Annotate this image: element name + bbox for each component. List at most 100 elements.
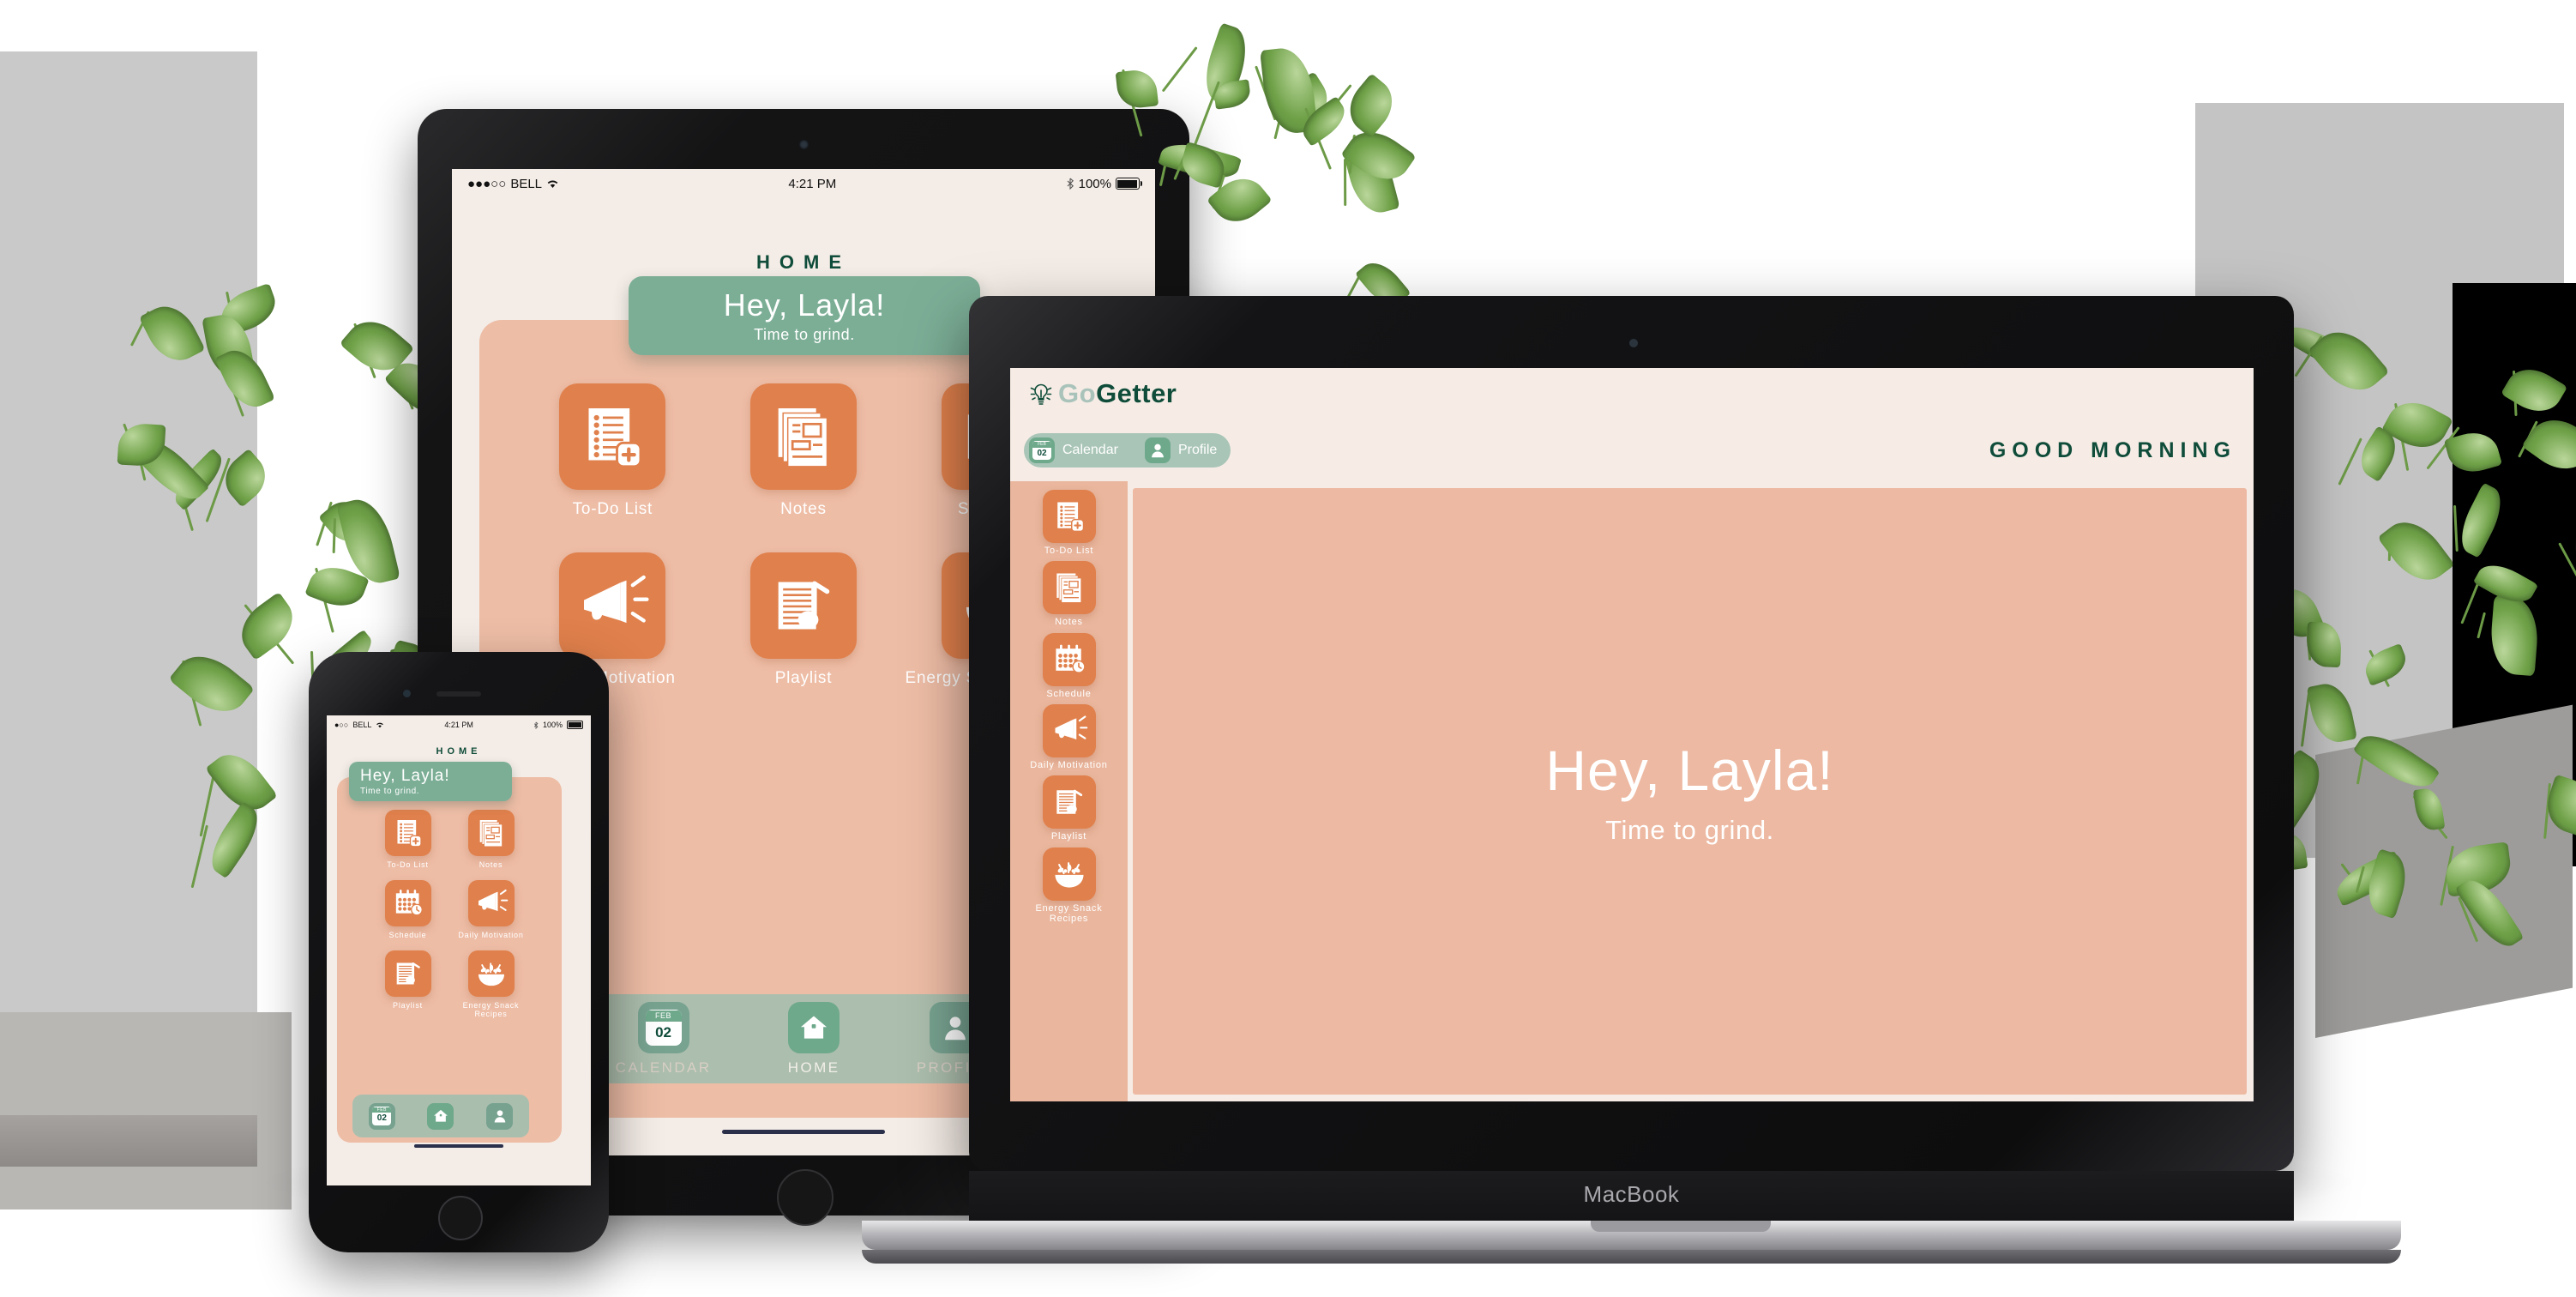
plant-leaf xyxy=(304,559,370,614)
app-grid-item[interactable]: Notes xyxy=(449,810,533,869)
sidebar-item-label: Schedule xyxy=(1046,688,1092,699)
app-tile[interactable] xyxy=(1042,561,1096,615)
app-grid-item[interactable]: Playlist xyxy=(366,950,449,1018)
calendar-day-label: 02 xyxy=(655,1023,672,1041)
plant-stem xyxy=(1303,107,1332,171)
app-grid-item[interactable]: Notes xyxy=(708,383,900,518)
app-tile[interactable] xyxy=(749,552,857,660)
app-tile[interactable] xyxy=(559,383,666,490)
greeting-subtitle: Time to grind. xyxy=(754,326,855,343)
macbook-nav-row: FEB 02 Calendar Profile GOOD MORNING xyxy=(1010,419,2254,481)
tab-home[interactable] xyxy=(427,1102,454,1130)
sidebar-item-schedule[interactable]: Schedule xyxy=(1019,630,1120,699)
tab-calendar[interactable]: FEB 02 CALENDAR xyxy=(616,1001,712,1077)
battery-full-icon xyxy=(1115,178,1142,190)
macbook-greeting-banner: GOOD MORNING xyxy=(1989,437,2236,462)
documents-icon xyxy=(1056,573,1081,604)
iphone-app-panel: To-Do List Notes Schedule Daily Motivati… xyxy=(337,777,562,1143)
plant-leaf xyxy=(1196,23,1255,107)
sidebar-item-label: Energy Snack Recipes xyxy=(1035,902,1103,924)
sidebar-item-energy-snack-recipes[interactable]: Energy Snack Recipes xyxy=(1019,844,1120,925)
music-sheet-icon xyxy=(396,962,420,985)
app-grid-item[interactable]: To-Do List xyxy=(517,383,708,518)
macbook-front-camera-icon xyxy=(1629,339,1638,347)
app-grid-item[interactable]: Schedule xyxy=(366,880,449,939)
nav-item-profile[interactable]: Profile xyxy=(1144,437,1218,463)
calendar-clock-icon xyxy=(395,890,423,916)
plant-leaf xyxy=(1206,167,1273,232)
app-tile[interactable] xyxy=(1042,490,1096,543)
app-tile[interactable] xyxy=(559,552,666,660)
app-tile[interactable] xyxy=(384,880,431,927)
calendar-icon: FEB 02 xyxy=(372,1107,392,1125)
plant-leaf xyxy=(1342,141,1400,219)
plant-stem xyxy=(316,501,334,546)
iphone-status-bar: ●○○ BELL 4:21 PM 100% xyxy=(327,715,591,734)
app-tile[interactable] xyxy=(467,950,515,998)
app-grid-item[interactable]: Playlist xyxy=(708,552,900,687)
ipad-tab-bar[interactable]: FEB 02 CALENDAR HOME PROFILE xyxy=(577,994,1032,1083)
app-logo[interactable]: GoGetter xyxy=(1024,377,1177,411)
plant-leaf xyxy=(1260,45,1319,136)
plant-leaf xyxy=(1275,71,1337,131)
clock-label: 4:21 PM xyxy=(788,176,837,191)
app-tile[interactable] xyxy=(1042,632,1096,686)
greeting-subtitle: Time to grind. xyxy=(1605,814,1774,845)
carrier-label: BELL xyxy=(510,176,543,191)
nav-label-calendar: Calendar xyxy=(1062,443,1118,457)
macbook-sidebar: To-Do List Notes Schedule Daily Motivati… xyxy=(1010,481,1128,1101)
plant-leaf xyxy=(1212,79,1252,111)
plant-leaf xyxy=(1340,120,1417,192)
plant-leaf xyxy=(1338,73,1403,139)
plant-stem xyxy=(1161,46,1198,93)
ipad-home-button[interactable] xyxy=(777,1169,834,1226)
tab-calendar[interactable]: FEB 02 xyxy=(368,1102,395,1130)
iphone-tab-bar[interactable]: FEB 02 xyxy=(352,1095,529,1137)
documents-icon xyxy=(778,408,828,468)
user-icon xyxy=(494,1110,505,1123)
app-tile[interactable] xyxy=(467,810,515,856)
plant-leaf xyxy=(318,492,378,552)
music-sheet-icon xyxy=(778,581,830,630)
app-tile-label: To-Do List xyxy=(387,860,429,869)
bluetooth-icon xyxy=(1067,178,1074,190)
iphone-app-grid: To-Do List Notes Schedule Daily Motivati… xyxy=(337,810,562,1018)
iphone-home-button[interactable] xyxy=(438,1196,483,1240)
app-tile[interactable] xyxy=(1042,703,1096,757)
app-grid-item[interactable]: Energy Snack Recipes xyxy=(449,950,533,1018)
macbook-screen: GoGetter FEB 02 Calendar Profile GOOD MO… xyxy=(1010,368,2254,1101)
ipad-greeting-card: Hey, Layla! Time to grind. xyxy=(629,276,980,355)
tab-user[interactable] xyxy=(486,1102,514,1130)
sidebar-item-daily-motivation[interactable]: Daily Motivation xyxy=(1019,701,1120,770)
iphone-device: ●○○ BELL 4:21 PM 100% HOME To-Do List No… xyxy=(309,652,609,1252)
app-tile[interactable] xyxy=(384,950,431,998)
app-tile[interactable] xyxy=(467,880,515,927)
app-grid-item[interactable]: To-Do List xyxy=(366,810,449,869)
nav-label-profile: Profile xyxy=(1177,443,1218,457)
calendar-month-label: FEB xyxy=(1032,442,1051,448)
iphone-page-title: HOME xyxy=(436,746,482,757)
app-tile[interactable] xyxy=(1042,775,1096,829)
home-icon xyxy=(801,1016,828,1039)
wifi-icon xyxy=(547,180,558,188)
app-tile[interactable] xyxy=(1042,847,1096,901)
lightbulb-icon xyxy=(1030,383,1052,405)
macbook-app-body: To-Do List Notes Schedule Daily Motivati… xyxy=(1010,481,2254,1101)
salad-bowl-icon xyxy=(1055,861,1083,888)
sidebar-item-notes[interactable]: Notes xyxy=(1019,558,1120,627)
tab-home[interactable]: HOME xyxy=(788,1001,840,1077)
app-grid-item[interactable]: Daily Motivation xyxy=(449,880,533,939)
ipad-status-bar: ●●●○○ BELL 4:21 PM 100% xyxy=(452,169,1155,198)
user-icon xyxy=(1144,437,1171,463)
sidebar-item-to-do-list[interactable]: To-Do List xyxy=(1019,486,1120,556)
app-tile-label: Energy Snack Recipes xyxy=(462,1001,520,1019)
macbook-nav-pill: FEB 02 Calendar Profile xyxy=(1024,433,1231,468)
plant-stem xyxy=(394,369,414,410)
app-tile[interactable] xyxy=(384,810,431,856)
plant-leaf xyxy=(1115,67,1159,110)
sidebar-item-label: Daily Motivation xyxy=(1030,759,1108,770)
app-tile[interactable] xyxy=(749,383,857,490)
nav-item-calendar[interactable]: FEB 02 Calendar xyxy=(1029,437,1118,463)
plant-stem xyxy=(1212,174,1225,209)
sidebar-item-playlist[interactable]: Playlist xyxy=(1019,772,1120,842)
